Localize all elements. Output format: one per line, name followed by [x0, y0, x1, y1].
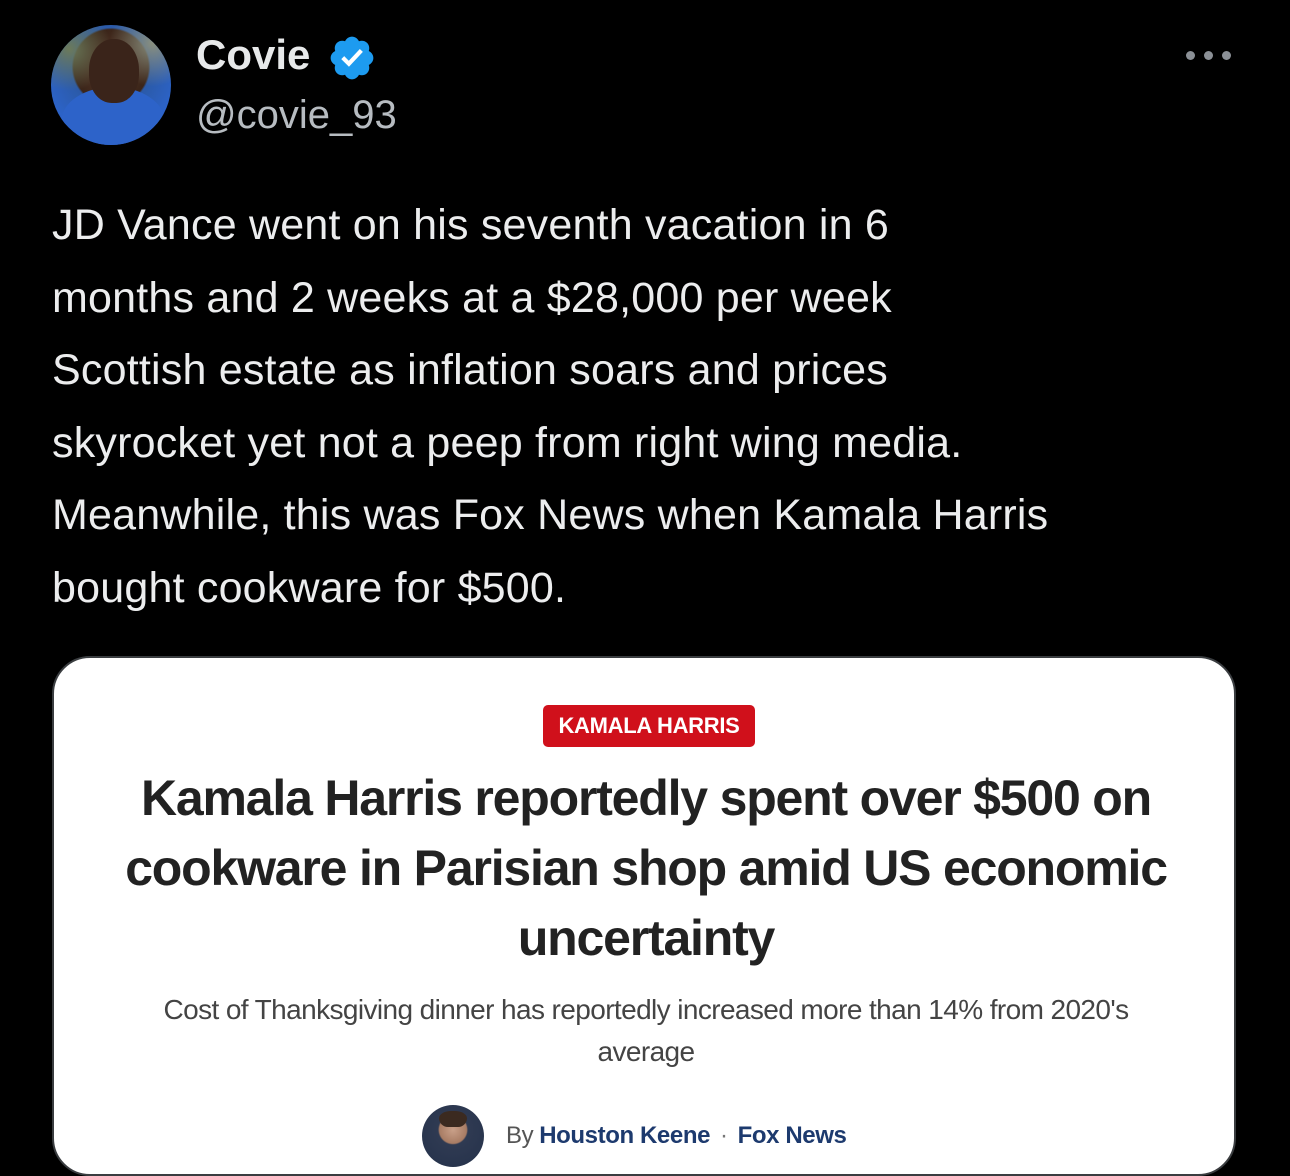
link-card[interactable]: KAMALA HARRIS Kamala Harris reportedly s…: [52, 656, 1236, 1176]
byline: By Houston Keene · Fox News: [422, 1105, 847, 1167]
author-name[interactable]: Houston Keene: [539, 1122, 710, 1150]
author-avatar: [422, 1105, 484, 1167]
avatar[interactable]: [51, 25, 171, 145]
handle[interactable]: @covie_93: [196, 91, 397, 139]
category-badge[interactable]: KAMALA HARRIS: [543, 705, 755, 747]
byline-separator: ·: [720, 1122, 728, 1149]
display-name[interactable]: Covie: [196, 30, 310, 80]
more-options-icon[interactable]: [1182, 40, 1236, 70]
outlet-name[interactable]: Fox News: [738, 1122, 847, 1150]
article-subhead: Cost of Thanksgiving dinner has reported…: [163, 994, 1129, 1067]
byline-prefix: By: [506, 1122, 534, 1149]
verified-badge-icon: [330, 36, 374, 80]
tweet-text: JD Vance went on his seventh vacation in…: [52, 201, 1049, 612]
article-headline[interactable]: Kamala Harris reportedly spent over $500…: [84, 763, 1208, 973]
